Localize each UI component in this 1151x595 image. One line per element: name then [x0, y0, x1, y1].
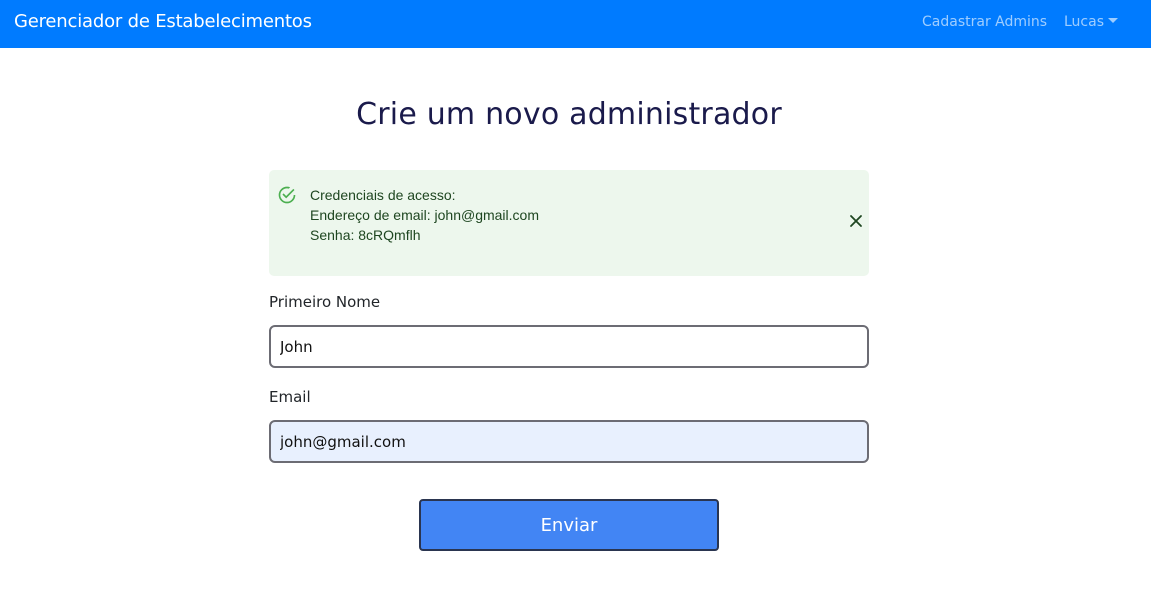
alert-line-password: Senha: 8cRQmflh	[310, 227, 421, 243]
navbar-brand[interactable]: Gerenciador de Estabelecimentos	[14, 11, 312, 32]
alert-message: Credenciais de acesso: Endereço de email…	[310, 185, 539, 245]
page-title: Crie um novo administrador	[356, 97, 782, 132]
caret-down-icon	[1108, 18, 1118, 23]
user-name: Lucas	[1064, 14, 1104, 30]
success-alert: Credenciais de acesso: Endereço de email…	[269, 170, 869, 276]
alert-line-email: Endereço de email: john@gmail.com	[310, 207, 539, 223]
top-navbar: Gerenciador de Estabelecimentos Cadastra…	[0, 0, 1151, 48]
first-name-label: Primeiro Nome	[269, 293, 381, 311]
user-dropdown-toggle[interactable]: Lucas	[1064, 14, 1118, 30]
email-input[interactable]	[269, 420, 869, 463]
alert-line-heading: Credenciais de acesso:	[310, 187, 456, 203]
nav-link-cadastrar-admins[interactable]: Cadastrar Admins	[922, 14, 1047, 30]
submit-button[interactable]: Enviar	[419, 499, 719, 551]
email-label: Email	[269, 388, 311, 406]
first-name-input[interactable]	[269, 325, 869, 368]
check-circle-icon	[278, 186, 296, 204]
close-icon[interactable]	[849, 214, 863, 228]
